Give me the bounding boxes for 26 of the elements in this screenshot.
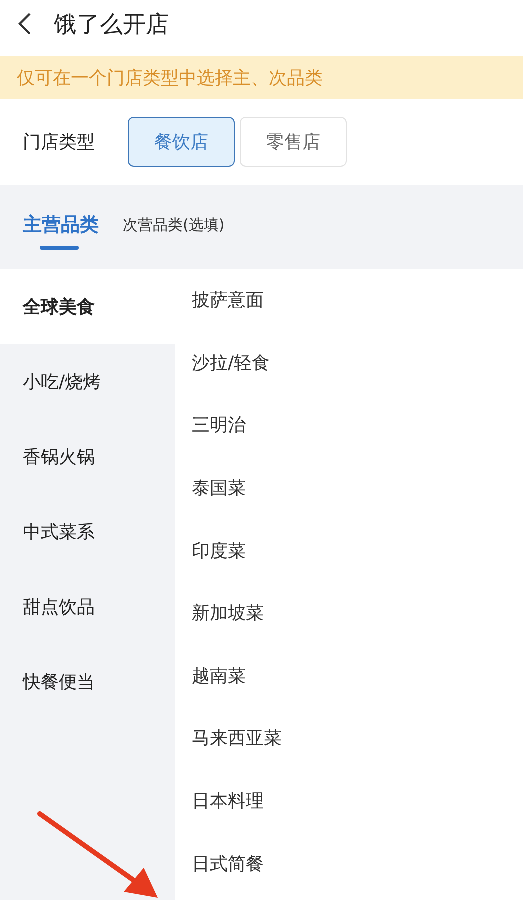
subcategory-item[interactable]: 日本料理 (175, 770, 523, 832)
subcategory-item[interactable]: 新加坡菜 (175, 582, 523, 645)
category-tab[interactable]: 次营品类(选填) (123, 216, 225, 238)
store-type-option[interactable]: 零售店 (240, 117, 347, 167)
page-title: 饿了么开店 (54, 10, 169, 40)
subcategory-item[interactable]: 沙拉/轻食 (175, 332, 523, 394)
category-item[interactable]: 中式菜系 (0, 494, 175, 569)
store-type-label: 门店类型 (23, 131, 96, 154)
category-tab[interactable]: 主营品类 (23, 212, 99, 242)
subcategory-item[interactable]: 披萨意面 (175, 269, 523, 332)
subcategory-item[interactable]: 马来西亚菜 (175, 707, 523, 770)
category-item[interactable]: 香锅火锅 (0, 419, 175, 494)
subcategory-item[interactable]: 印度菜 (175, 519, 523, 582)
notice-banner: 仅可在一个门店类型中选择主、次品类 (0, 56, 523, 99)
back-button[interactable] (18, 12, 32, 36)
subcategory-item[interactable]: 越南菜 (175, 644, 523, 708)
category-item[interactable]: 快餐便当 (0, 644, 175, 719)
store-type-option[interactable]: 餐饮店 (128, 117, 235, 167)
category-item[interactable]: 小吃/烧烤 (0, 344, 175, 419)
subcategory-item[interactable]: 日式简餐 (175, 832, 523, 895)
back-icon (18, 12, 32, 36)
subcategory-item[interactable]: 泰国菜 (175, 456, 523, 520)
category-item[interactable]: 甜点饮品 (0, 569, 175, 644)
category-item[interactable]: 全球美食 (0, 269, 175, 344)
subcategory-item[interactable]: 三明治 (175, 394, 523, 457)
tab-underline (40, 246, 79, 250)
